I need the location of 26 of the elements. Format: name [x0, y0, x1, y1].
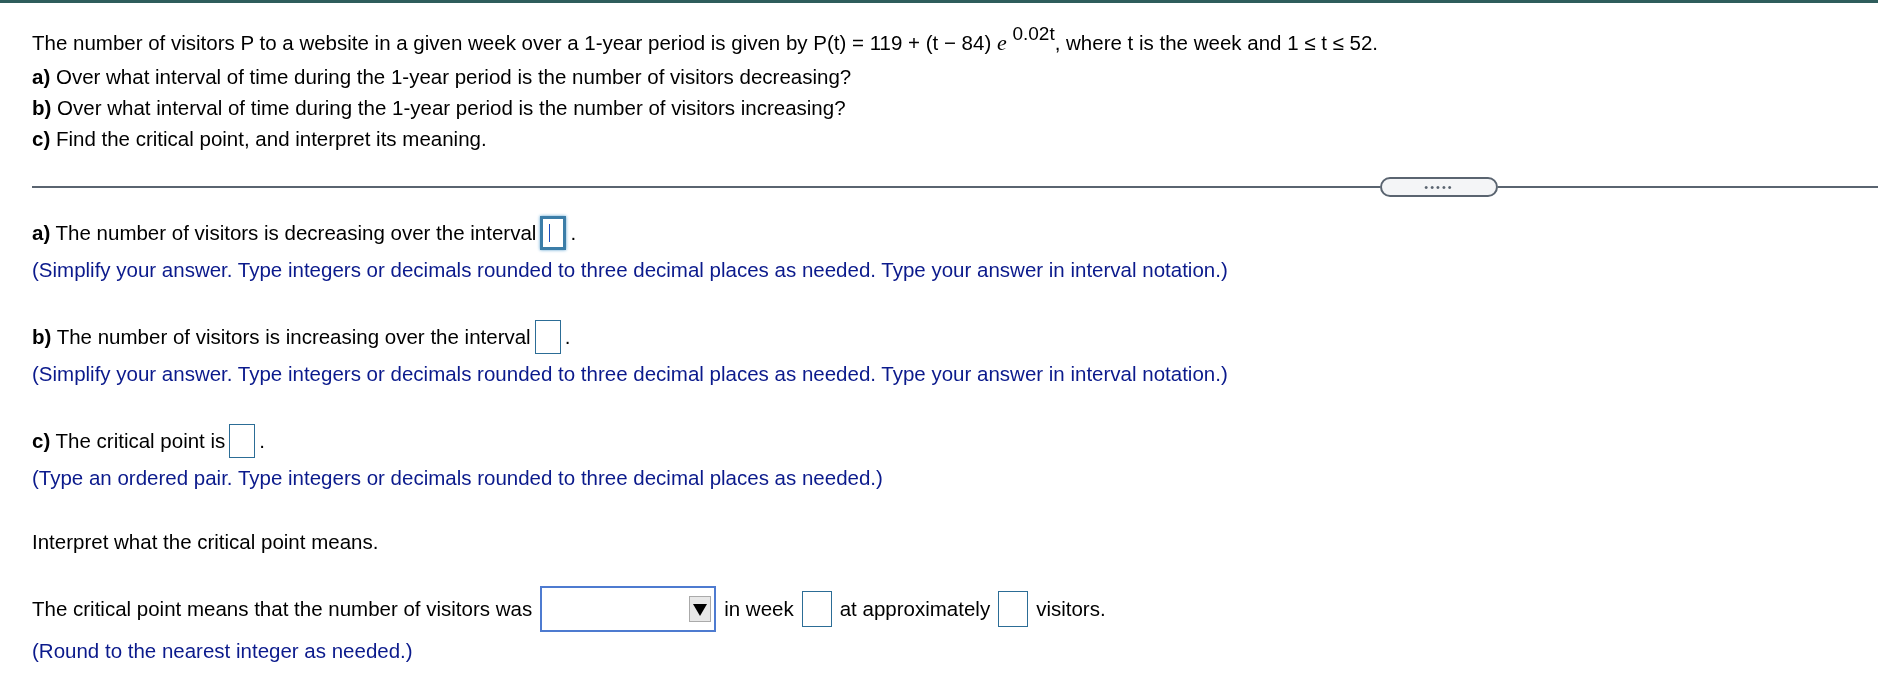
hint-text: (Simplify your answer. Type integers or decimals rounded to three decimal places as needed. Type your answer in interval notation.) [32, 361, 1229, 387]
sentence-text: at approximately [839, 597, 991, 621]
answer-box[interactable] [229, 424, 256, 458]
question-part: c) Find the critical point, and interpret its meaning. [32, 126, 488, 152]
question-part: a) Over what interval of time during the 1-year period is the number of visitors decreasing? [32, 64, 853, 90]
hint-text: (Simplify your answer. Type integers or decimals rounded to three decimal places as needed. Type your answer in interval notation.) [32, 257, 1229, 283]
expand-button[interactable]: ••••• [1380, 177, 1498, 197]
answer-box[interactable] [998, 591, 1029, 627]
answer-box[interactable] [801, 591, 832, 627]
dropdown-field[interactable] [540, 586, 717, 632]
question-part: b) Over what interval of time during the 1-year period is the number of visitors increasing? [32, 95, 847, 121]
period-text: . [259, 429, 266, 453]
period-text: . [570, 221, 577, 245]
answer-box[interactable] [534, 320, 561, 354]
interpret-prompt: Interpret what the critical point means. [32, 529, 380, 555]
sentence-text: visitors. [1036, 597, 1106, 621]
answer-prompt: a) The number of visitors is decreasing over the interval [32, 221, 537, 245]
question-text: The number of visitors P to a website in a given week over a 1-year period is given by P(t) = 119 + (t − 84) e $^{0.02t}$, where t is the week and 1 ≤ t ≤ 52. [32, 25, 1379, 57]
sentence-text: in week [724, 597, 794, 621]
period-text: . [564, 325, 571, 349]
hint-text: (Type an ordered pair. Type integers or decimals rounded to three decimal places as needed.) [32, 465, 884, 491]
answer-prompt: c) The critical point is [32, 429, 226, 453]
answer-box[interactable] [540, 216, 567, 250]
sentence-text: The critical point means that the number of visitors was [32, 597, 533, 621]
hint-text: (Round to the nearest integer as needed.) [32, 638, 414, 664]
answer-prompt: b) The number of visitors is increasing over the interval [32, 325, 531, 349]
